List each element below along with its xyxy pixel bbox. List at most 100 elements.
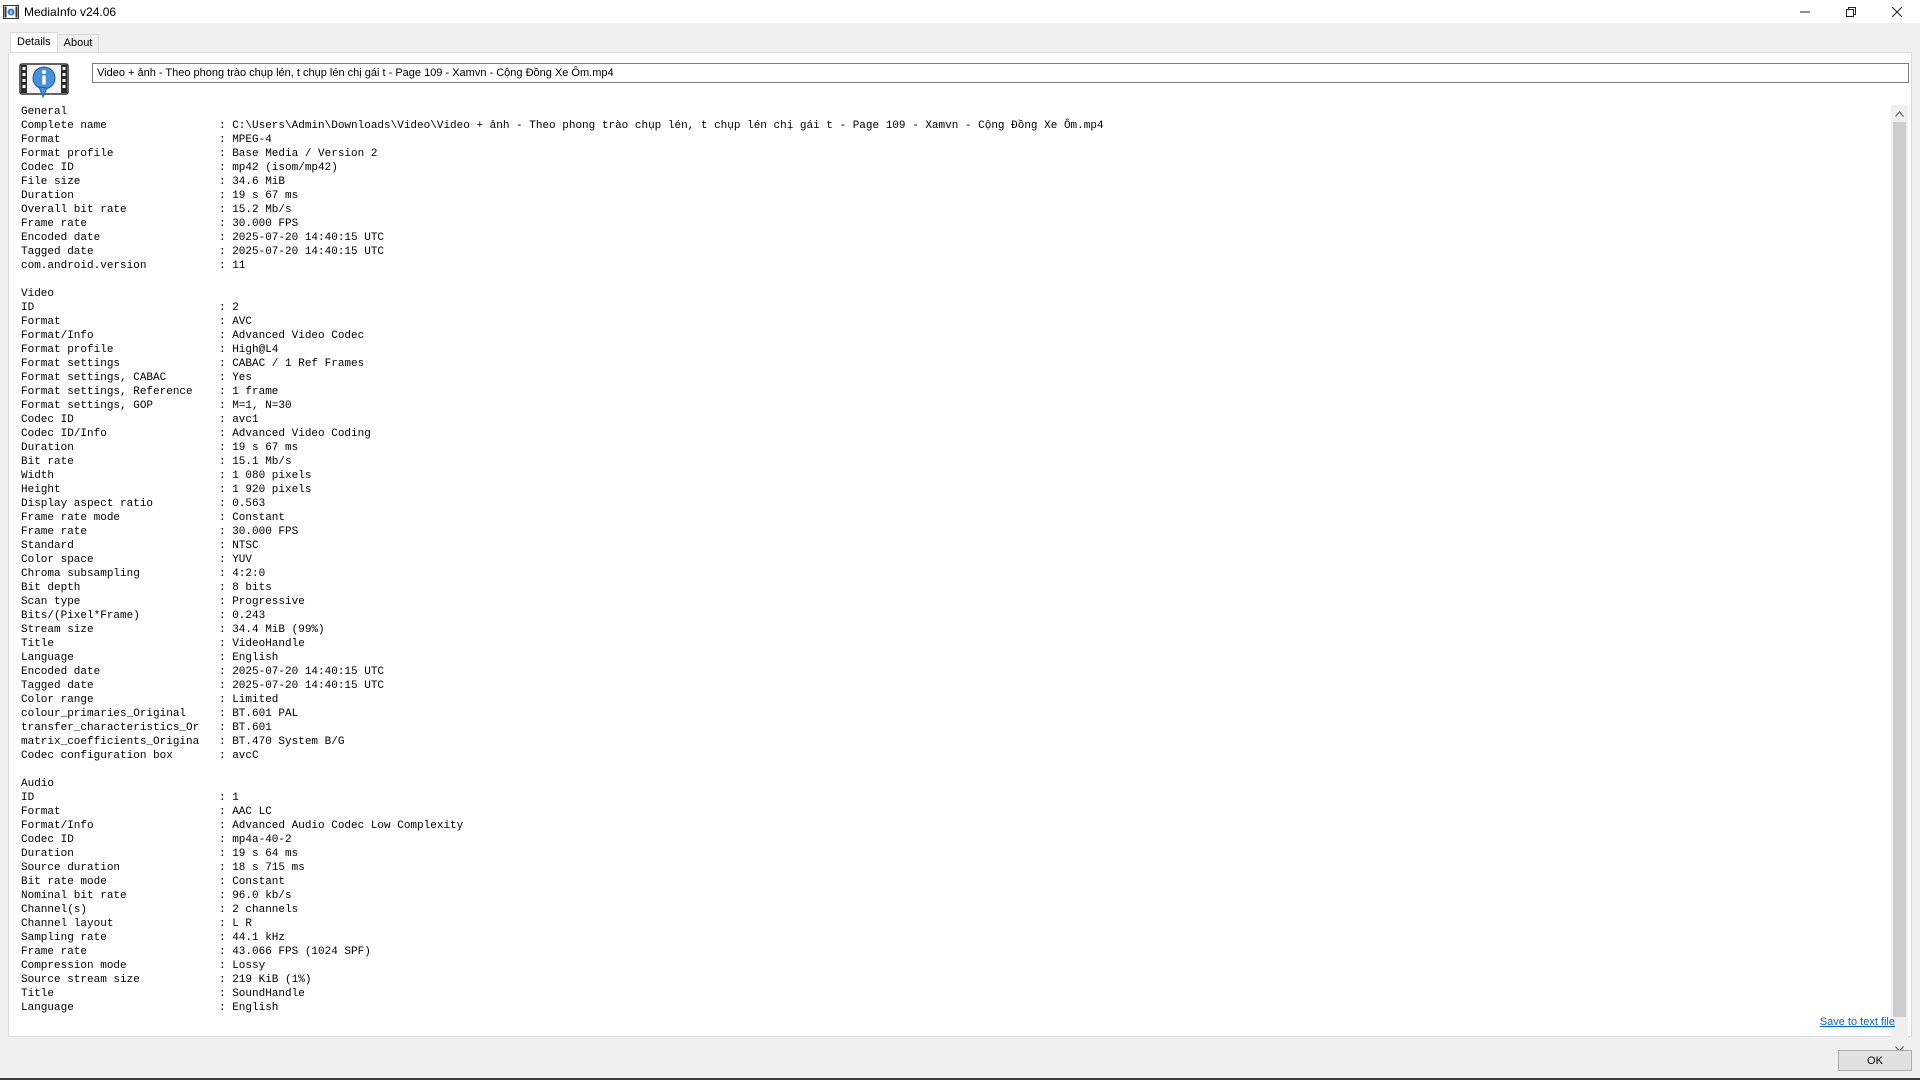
- info-value: 2025-07-20 14:40:15 UTC: [232, 246, 385, 258]
- report-scrollbar[interactable]: [1891, 105, 1908, 1057]
- info-value: 19 s 67 ms: [232, 442, 299, 454]
- info-key: Source duration: [21, 862, 121, 874]
- info-value: English: [232, 1002, 279, 1014]
- info-value: Advanced Audio Codec Low Complexity: [232, 820, 464, 832]
- info-key: Bit rate: [21, 456, 74, 468]
- title-bar: MediaInfo v24.06: [0, 0, 1920, 23]
- info-row: Sampling rate: 44.1 kHz: [21, 931, 1883, 945]
- info-separator: :: [219, 428, 233, 440]
- info-value: 2025-07-20 14:40:15 UTC: [232, 232, 385, 244]
- info-separator: :: [219, 358, 233, 370]
- info-separator: :: [219, 960, 233, 972]
- info-key: Format/Info: [21, 820, 94, 832]
- info-value: Progressive: [232, 596, 305, 608]
- info-value: 2: [232, 302, 239, 314]
- info-separator: :: [219, 820, 233, 832]
- close-icon: [1892, 6, 1902, 17]
- info-row: Overall bit rate: 15.2 Mb/s: [21, 203, 1883, 217]
- info-separator: :: [219, 554, 233, 566]
- info-separator: :: [219, 876, 233, 888]
- info-key: Color space: [21, 554, 94, 566]
- info-value: 8 bits: [232, 582, 272, 594]
- scroll-up-button[interactable]: [1891, 105, 1908, 122]
- info-row: Format settings, CABAC: Yes: [21, 371, 1883, 385]
- info-separator: :: [219, 512, 233, 524]
- info-separator: :: [219, 190, 233, 202]
- info-separator: :: [219, 1002, 233, 1014]
- info-separator: :: [219, 442, 233, 454]
- mediainfo-app-icon: [3, 4, 19, 19]
- info-separator: :: [219, 582, 233, 594]
- tab-about[interactable]: About: [56, 34, 100, 52]
- info-key: com.android.version: [21, 260, 147, 272]
- info-key: Duration: [21, 190, 74, 202]
- section-title-audio: Audio: [21, 778, 55, 790]
- info-row: Duration: 19 s 67 ms: [21, 441, 1883, 455]
- ok-button[interactable]: OK: [1838, 1050, 1912, 1071]
- info-separator: :: [219, 162, 233, 174]
- restore-icon: [1846, 6, 1856, 17]
- info-key: Format: [21, 806, 61, 818]
- report-text[interactable]: General Complete name: C:\Users\Admin\Do…: [21, 105, 1883, 1051]
- info-value: 2025-07-20 14:40:15 UTC: [232, 666, 385, 678]
- restore-button[interactable]: [1828, 0, 1874, 23]
- file-name-field[interactable]: Video + ảnh - Theo phong trào chụp lén, …: [92, 63, 1909, 83]
- info-row: matrix_coefficients_Origina: BT.470 Syst…: [21, 735, 1883, 749]
- info-key: Bit depth: [21, 582, 81, 594]
- info-key: Format settings, CABAC: [21, 372, 167, 384]
- minimize-button[interactable]: [1782, 0, 1828, 23]
- info-separator: :: [219, 638, 233, 650]
- info-row: Channel(s): 2 channels: [21, 903, 1883, 917]
- info-row: Bit rate: 15.1 Mb/s: [21, 455, 1883, 469]
- info-key: Format/Info: [21, 330, 94, 342]
- info-value: 44.1 kHz: [232, 932, 286, 944]
- tab-details[interactable]: Details: [10, 32, 58, 52]
- info-separator: :: [219, 848, 233, 860]
- info-value: Base Media / Version 2: [232, 148, 378, 160]
- info-row: Format: MPEG-4: [21, 133, 1883, 147]
- info-row: Title: VideoHandle: [21, 637, 1883, 651]
- info-value: YUV: [232, 554, 253, 566]
- info-separator: :: [219, 568, 233, 580]
- scroll-thumb[interactable]: [1893, 122, 1906, 1017]
- info-separator: :: [219, 400, 233, 412]
- info-row: Duration: 19 s 64 ms: [21, 847, 1883, 861]
- info-key: Title: [21, 988, 55, 1000]
- info-row: Language: English: [21, 651, 1883, 665]
- info-row: Format profile: High@L4: [21, 343, 1883, 357]
- info-separator: :: [219, 974, 233, 986]
- info-row: Tagged date: 2025-07-20 14:40:15 UTC: [21, 245, 1883, 259]
- info-value: M=1, N=30: [232, 400, 292, 412]
- info-row: Codec ID/Info: Advanced Video Coding: [21, 427, 1883, 441]
- info-separator: :: [219, 386, 233, 398]
- info-separator: :: [219, 834, 233, 846]
- info-separator: :: [219, 624, 233, 636]
- info-row: Codec ID: mp42 (isom/mp42): [21, 161, 1883, 175]
- info-row: Language: English: [21, 1001, 1883, 1015]
- info-value: 2025-07-20 14:40:15 UTC: [232, 680, 385, 692]
- info-row: Title: SoundHandle: [21, 987, 1883, 1001]
- info-value: mp4a-40-2: [232, 834, 292, 846]
- info-row: Format: AAC LC: [21, 805, 1883, 819]
- close-button[interactable]: [1874, 0, 1920, 23]
- info-separator: :: [219, 344, 233, 356]
- info-separator: :: [219, 596, 233, 608]
- info-value: AAC LC: [232, 806, 272, 818]
- info-key: Frame rate: [21, 946, 88, 958]
- mediainfo-window: MediaInfo v24.06 Details About Video + ả…: [0, 0, 1920, 1080]
- info-value: Advanced Video Coding: [232, 428, 371, 440]
- info-value: 34.4 MiB (99%): [232, 624, 325, 636]
- info-separator: :: [219, 540, 233, 552]
- info-key: Frame rate: [21, 218, 88, 230]
- info-value: Constant: [232, 512, 286, 524]
- info-separator: :: [219, 470, 233, 482]
- info-row: Bit rate mode: Constant: [21, 875, 1883, 889]
- info-key: Complete name: [21, 120, 107, 132]
- info-separator: :: [219, 134, 233, 146]
- save-to-text-file-link[interactable]: Save to text file: [1820, 1016, 1895, 1028]
- info-value: 219 KiB (1%): [232, 974, 312, 986]
- info-key: Language: [21, 1002, 74, 1014]
- info-separator: :: [219, 890, 233, 902]
- info-row: Width: 1 080 pixels: [21, 469, 1883, 483]
- info-row: Stream size: 34.4 MiB (99%): [21, 623, 1883, 637]
